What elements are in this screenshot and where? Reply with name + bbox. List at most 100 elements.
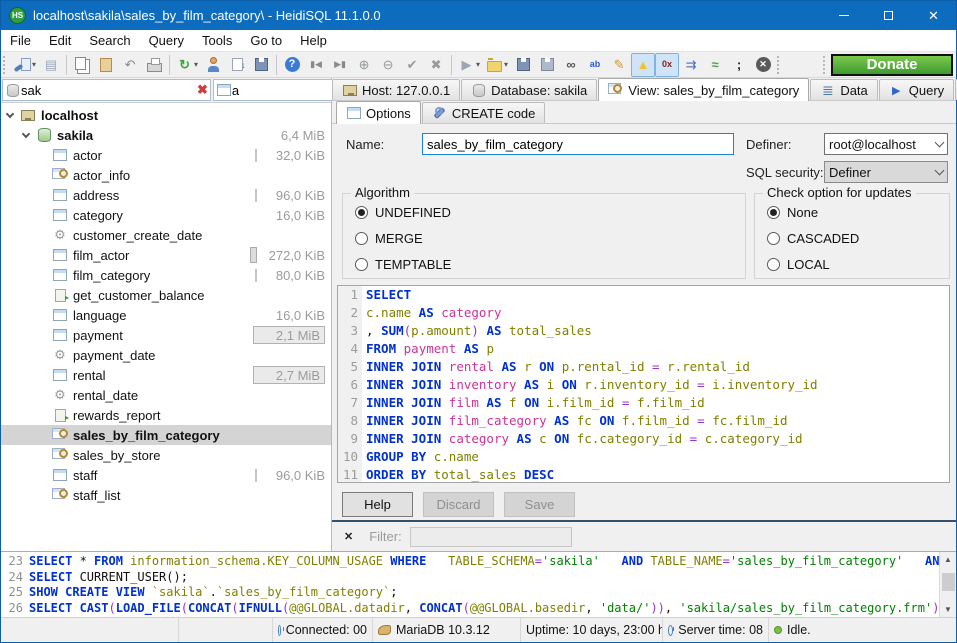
view-name-input[interactable] <box>422 133 734 155</box>
export-database-button[interactable] <box>225 53 249 77</box>
help-button[interactable]: ? <box>280 53 304 77</box>
menu-go-to[interactable]: Go to <box>241 31 291 50</box>
tree-item-staff[interactable]: staff96,0 KiB <box>1 465 331 485</box>
save-sql-as-button[interactable] <box>535 53 559 77</box>
tree-item-address[interactable]: address96,0 KiB <box>1 185 331 205</box>
tree-item-film-actor[interactable]: film_actor272,0 KiB <box>1 245 331 265</box>
discard-button[interactable]: Discard <box>423 492 494 517</box>
sql-security-select[interactable]: Definer <box>824 161 948 183</box>
run-query-button[interactable]: ▶▾ <box>455 53 483 77</box>
close-button[interactable]: ✕ <box>911 1 956 30</box>
hex-toggle-icon: 0x <box>659 56 676 73</box>
filter-close-icon[interactable]: ✕ <box>344 530 353 543</box>
indent-button[interactable]: ⇉ <box>679 53 703 77</box>
undo-button[interactable]: ↶ <box>118 53 142 77</box>
donate-button[interactable]: Donate <box>831 54 953 76</box>
save-sql-button[interactable] <box>511 53 535 77</box>
dropdown-caret-icon: ▾ <box>32 60 36 69</box>
help-button[interactable]: Help <box>342 492 413 517</box>
discard-changes-button[interactable]: ✖ <box>424 53 448 77</box>
view-select-code-editor[interactable]: 1SELECT2c.name AS category3, SUM(p.amoun… <box>337 285 950 483</box>
expand-chevron-icon[interactable] <box>22 129 30 137</box>
menu-file[interactable]: File <box>1 31 40 50</box>
definer-select[interactable]: root@localhost <box>824 133 948 155</box>
subtab-options[interactable]: Options <box>336 101 421 124</box>
tab-host-127-0-0-1[interactable]: Host: 127.0.0.1 <box>332 79 460 100</box>
code-text: INNER JOIN rental AS r ON p.rental_id = … <box>362 358 750 376</box>
user-manager-button[interactable] <box>201 53 225 77</box>
tree-item-rental[interactable]: rental2,7 MiB <box>1 365 331 385</box>
tree-item-sales-by-store[interactable]: sales_by_store <box>1 445 331 465</box>
menu-edit[interactable]: Edit <box>40 31 80 50</box>
log-scrollbar[interactable]: ▲ ▼ <box>939 552 956 617</box>
radio-temptable[interactable]: TEMPTABLE <box>355 257 745 272</box>
expand-chevron-icon[interactable] <box>6 109 14 117</box>
insert-row-button[interactable]: ⊕ <box>352 53 376 77</box>
save-database-button[interactable] <box>249 53 273 77</box>
refresh-button[interactable]: ↻▾ <box>173 53 201 77</box>
menu-tools[interactable]: Tools <box>193 31 241 50</box>
tree-item-rewards-report[interactable]: rewards_report <box>1 405 331 425</box>
replace-text-button[interactable]: ab <box>583 53 607 77</box>
delete-row-button[interactable]: ⊖ <box>376 53 400 77</box>
tree-item-sakila[interactable]: sakila6,4 MiB <box>1 125 331 145</box>
tree-item-payment-date[interactable]: payment_date <box>1 345 331 365</box>
tab-database-sakila[interactable]: Database: sakila <box>461 79 597 100</box>
discard-changes-icon: ✖ <box>428 56 445 73</box>
minimize-button[interactable] <box>821 1 866 30</box>
table-icon <box>51 309 69 321</box>
subtab-create-code[interactable]: CREATE code <box>422 102 546 123</box>
sql-log[interactable]: 23SELECT * FROM information_schema.KEY_C… <box>1 552 939 617</box>
menu-query[interactable]: Query <box>140 31 193 50</box>
maximize-button[interactable] <box>866 1 911 30</box>
stop-process-button[interactable]: ✕ <box>751 53 775 77</box>
first-record-button[interactable]: ▮◀ <box>304 53 328 77</box>
save-button[interactable]: Save <box>504 492 575 517</box>
tree-item-sales-by-film-category[interactable]: sales_by_film_category <box>1 425 331 445</box>
database-filter-input[interactable] <box>21 83 197 98</box>
disconnect-button[interactable]: ▤ <box>39 53 63 77</box>
scroll-thumb[interactable] <box>942 573 955 591</box>
radio-local[interactable]: LOCAL <box>767 257 949 272</box>
apply-changes-button[interactable]: ✔ <box>400 53 424 77</box>
tab-view-sales-by-film-category[interactable]: View: sales_by_film_category <box>598 78 809 101</box>
tree-item-category[interactable]: category16,0 KiB <box>1 205 331 225</box>
scroll-up-icon[interactable]: ▲ <box>940 552 956 567</box>
tree-item-actor[interactable]: actor32,0 KiB <box>1 145 331 165</box>
radio-undefined[interactable]: UNDEFINED <box>355 205 745 220</box>
filter-input[interactable] <box>410 527 572 547</box>
open-sql-file-button[interactable]: ▾ <box>483 53 511 77</box>
warnings-toggle-button[interactable]: ▲ <box>631 53 655 77</box>
radio-cascaded[interactable]: CASCADED <box>767 231 949 246</box>
find-text-button[interactable]: ∞ <box>559 53 583 77</box>
session-manager-button[interactable]: ▾ <box>11 53 39 77</box>
scroll-down-icon[interactable]: ▼ <box>940 602 956 617</box>
tree-item-rental-date[interactable]: rental_date <box>1 385 331 405</box>
tree-item-film-category[interactable]: film_category80,0 KiB <box>1 265 331 285</box>
mariadb-icon <box>378 625 391 635</box>
tree-item-customer-create-date[interactable]: customer_create_date <box>1 225 331 245</box>
semicolon-delimiter-button[interactable]: ; <box>727 53 751 77</box>
hex-toggle-button[interactable]: 0x <box>655 53 679 77</box>
tab-query[interactable]: Query <box>879 79 954 100</box>
reconnect-button[interactable]: ≈ <box>703 53 727 77</box>
radio-none[interactable]: None <box>767 205 949 220</box>
radio-merge[interactable]: MERGE <box>355 231 745 246</box>
clear-filter-icon[interactable]: ✖ <box>197 82 208 98</box>
tree-item-get-customer-balance[interactable]: get_customer_balance <box>1 285 331 305</box>
tree-item-localhost[interactable]: localhost <box>1 105 331 125</box>
tree-item-actor-info[interactable]: actor_info <box>1 165 331 185</box>
last-record-button[interactable]: ▶▮ <box>328 53 352 77</box>
tree-item-language[interactable]: language16,0 KiB <box>1 305 331 325</box>
tree-item-label: sales_by_store <box>73 448 160 463</box>
print-button[interactable] <box>142 53 166 77</box>
tab-data[interactable]: Data <box>810 79 877 100</box>
copy-button[interactable] <box>70 53 94 77</box>
menu-help[interactable]: Help <box>291 31 336 50</box>
tree-item-staff-list[interactable]: staff_list <box>1 485 331 505</box>
tree-item-payment[interactable]: payment2,1 MiB <box>1 325 331 345</box>
status-cell-4: Uptime: 10 days, 23:00 h <box>521 618 663 642</box>
menu-search[interactable]: Search <box>80 31 139 50</box>
paste-button[interactable] <box>94 53 118 77</box>
reformat-sql-button[interactable]: ✎ <box>607 53 631 77</box>
